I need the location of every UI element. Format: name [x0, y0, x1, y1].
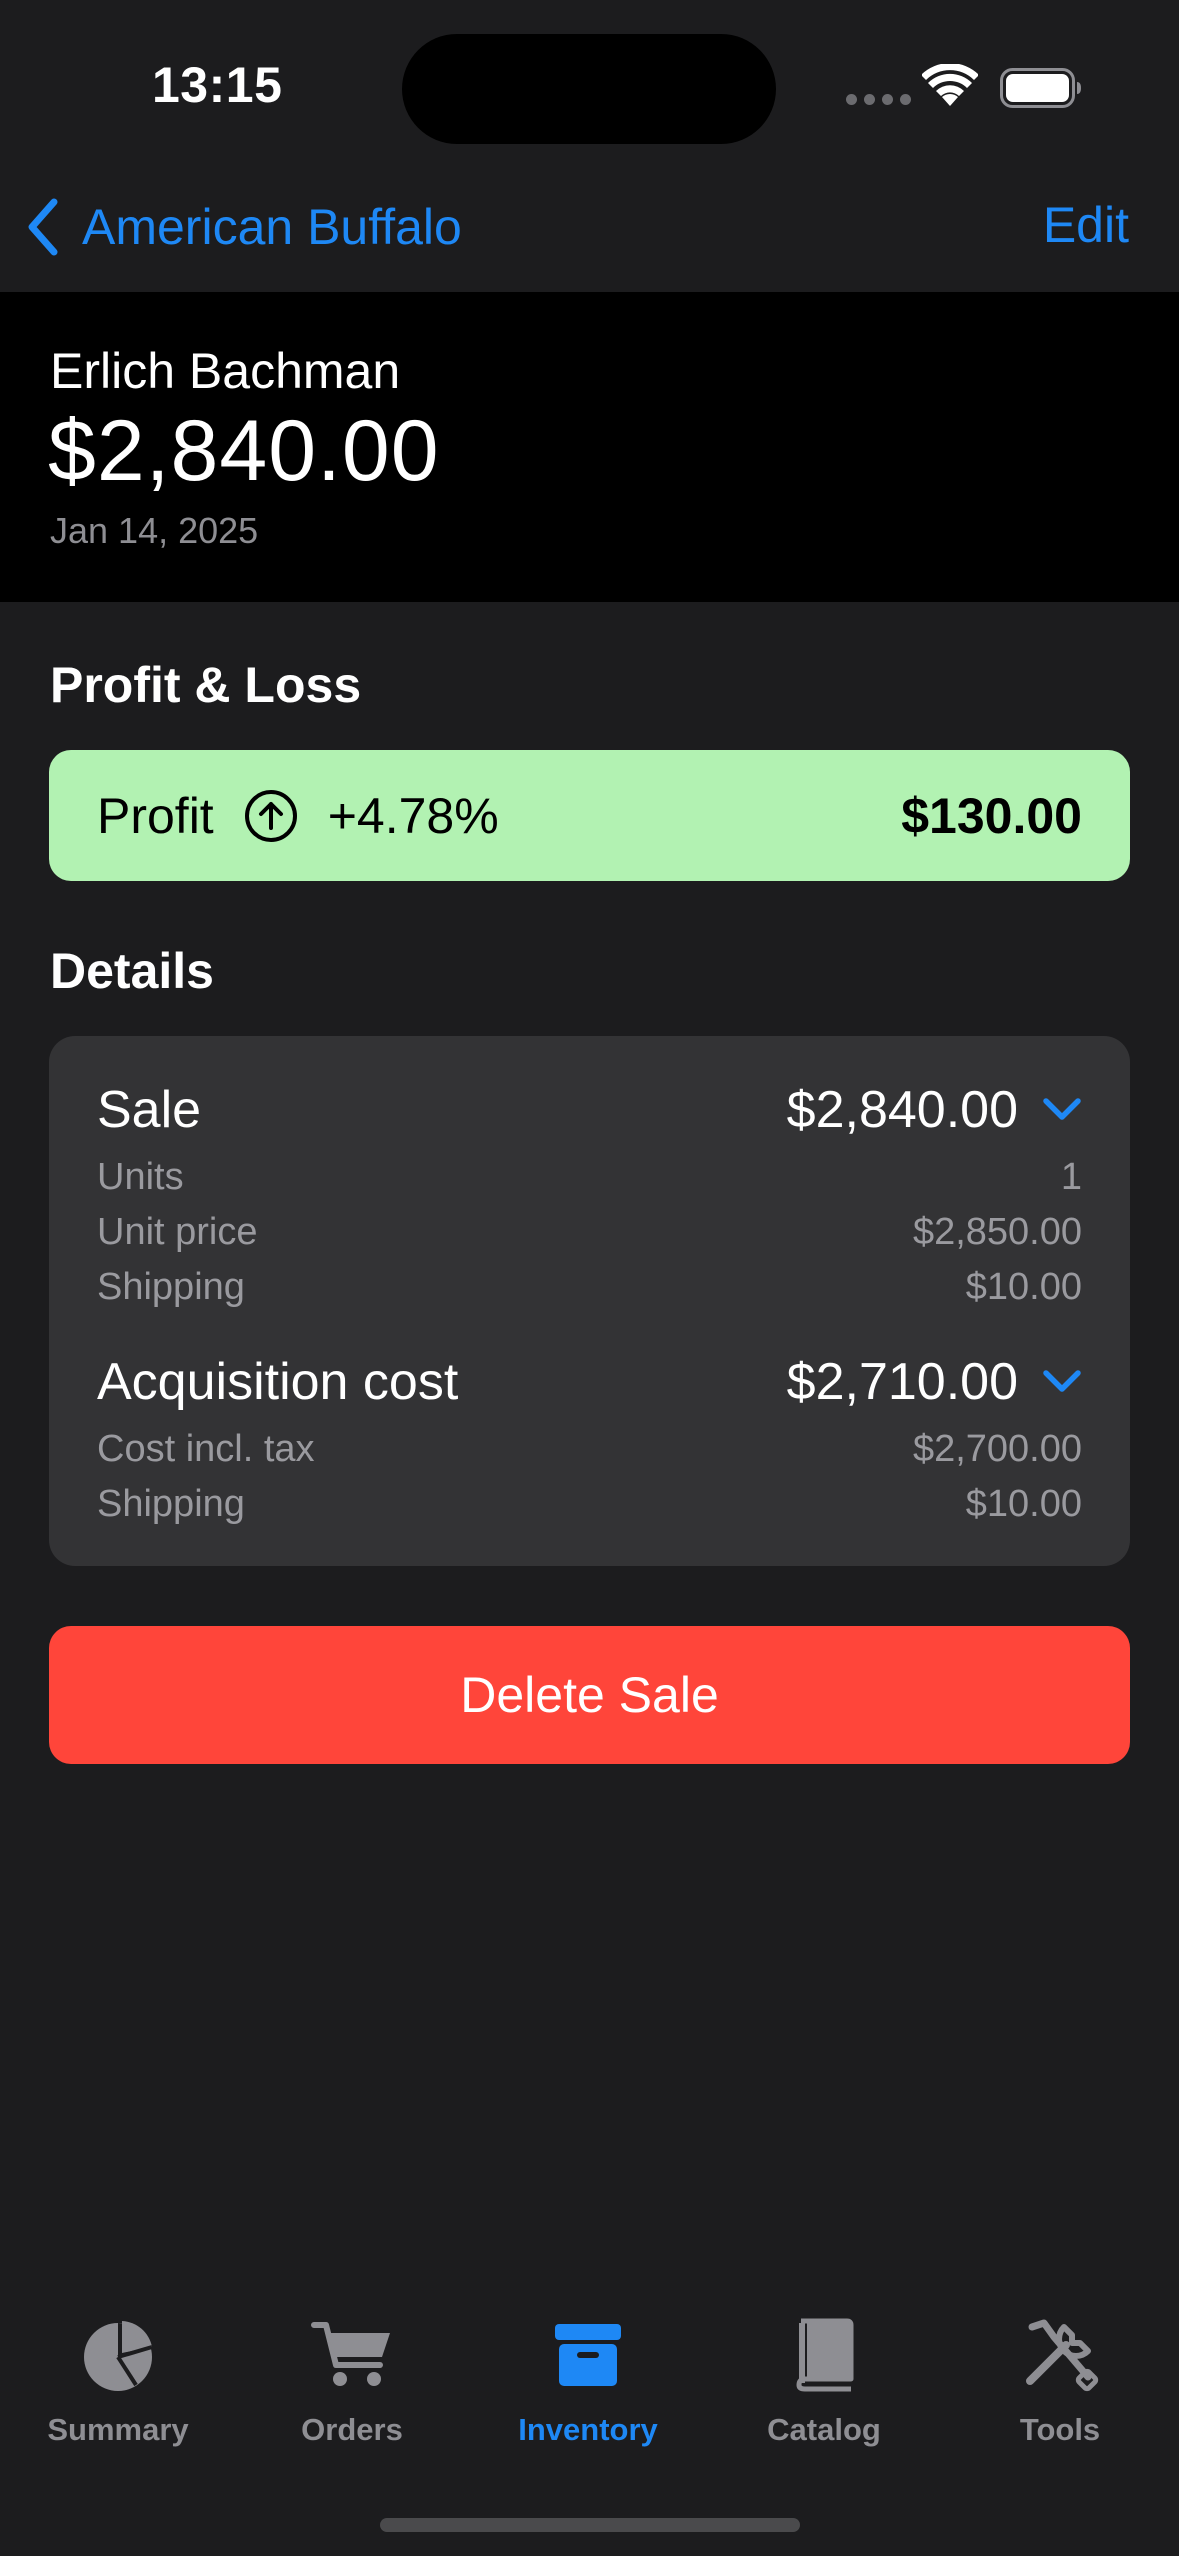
- sale-value: $2,840.00: [786, 1081, 1018, 1139]
- sale-detail-screen: 13:15 American Buffalo Edit Erlich Bachm…: [0, 0, 1179, 2556]
- wifi-icon: [922, 64, 978, 106]
- tab-summary-label: Summary: [47, 2412, 189, 2447]
- details-card: Sale $2,840.00 Units 1 Unit price $2,850…: [49, 1036, 1130, 1566]
- profit-card: Profit +4.78% $130.00: [49, 750, 1130, 881]
- profit-label: Profit: [97, 787, 214, 844]
- tab-orders[interactable]: Orders: [234, 2310, 470, 2460]
- acquisition-cost-value: $2,710.00: [786, 1353, 1018, 1411]
- sale-label: Sale: [97, 1081, 202, 1139]
- cellular-signal-icon: [846, 94, 911, 105]
- tab-inventory-label: Inventory: [518, 2412, 658, 2447]
- cost-incl-tax-label: Cost incl. tax: [97, 1428, 315, 1470]
- acquisition-shipping-label: Shipping: [97, 1483, 245, 1525]
- details-title: Details: [50, 943, 214, 999]
- status-time: 13:15: [152, 57, 283, 113]
- tab-tools-label: Tools: [1019, 2412, 1101, 2447]
- tab-inventory[interactable]: Inventory: [470, 2310, 706, 2460]
- customer-name: Erlich Bachman: [50, 343, 401, 399]
- profit-percent: +4.78%: [327, 787, 499, 844]
- back-button-label: American Buffalo: [82, 199, 462, 255]
- tab-summary[interactable]: Summary: [0, 2310, 236, 2460]
- chevron-down-icon[interactable]: [1042, 1369, 1082, 1395]
- units-value: 1: [1060, 1156, 1082, 1198]
- units-label: Units: [97, 1156, 184, 1198]
- sale-total: $2,840.00: [48, 403, 440, 499]
- battery-icon: [1000, 68, 1081, 108]
- sale-header: Erlich Bachman $2,840.00 Jan 14, 2025: [0, 292, 1179, 602]
- dynamic-island: [402, 34, 776, 144]
- tab-catalog[interactable]: Catalog: [706, 2310, 942, 2460]
- edit-button[interactable]: Edit: [1043, 196, 1129, 254]
- tab-bar: Summary Orders Inventory Catalog Tools: [0, 2310, 1179, 2510]
- acquisition-shipping-row: Shipping $10.00: [97, 1483, 1082, 1526]
- home-indicator[interactable]: [380, 2518, 800, 2532]
- tab-tools[interactable]: Tools: [942, 2310, 1178, 2460]
- back-button[interactable]: American Buffalo: [24, 194, 462, 260]
- unit-price-row: Unit price $2,850.00: [97, 1211, 1082, 1254]
- sale-date: Jan 14, 2025: [50, 510, 259, 551]
- chevron-down-icon[interactable]: [1042, 1097, 1082, 1123]
- sale-shipping-label: Shipping: [97, 1266, 245, 1308]
- units-row: Units 1: [97, 1156, 1082, 1199]
- acquisition-cost-row[interactable]: Acquisition cost $2,710.00: [97, 1352, 1082, 1412]
- profit-amount: $130.00: [901, 787, 1082, 844]
- tools-icon: [1020, 2310, 1100, 2400]
- unit-price-value: $2,850.00: [912, 1211, 1082, 1253]
- arrow-up-circle-icon: [244, 789, 298, 843]
- delete-sale-button[interactable]: Delete Sale: [49, 1626, 1130, 1764]
- acquisition-cost-label: Acquisition cost: [97, 1353, 459, 1411]
- cost-incl-tax-value: $2,700.00: [912, 1428, 1082, 1470]
- sale-shipping-row: Shipping $10.00: [97, 1266, 1082, 1309]
- sale-shipping-value: $10.00: [965, 1266, 1082, 1308]
- profit-loss-title: Profit & Loss: [50, 657, 362, 713]
- cost-incl-tax-row: Cost incl. tax $2,700.00: [97, 1428, 1082, 1471]
- tab-orders-label: Orders: [301, 2412, 403, 2447]
- chevron-left-icon: [28, 198, 58, 256]
- unit-price-label: Unit price: [97, 1211, 258, 1253]
- tab-catalog-label: Catalog: [767, 2412, 881, 2447]
- acquisition-shipping-value: $10.00: [965, 1483, 1082, 1525]
- archive-box-icon: [553, 2310, 623, 2400]
- sale-row[interactable]: Sale $2,840.00: [97, 1080, 1082, 1140]
- cart-icon: [310, 2310, 394, 2400]
- book-icon: [793, 2310, 855, 2400]
- pie-chart-icon: [80, 2310, 156, 2400]
